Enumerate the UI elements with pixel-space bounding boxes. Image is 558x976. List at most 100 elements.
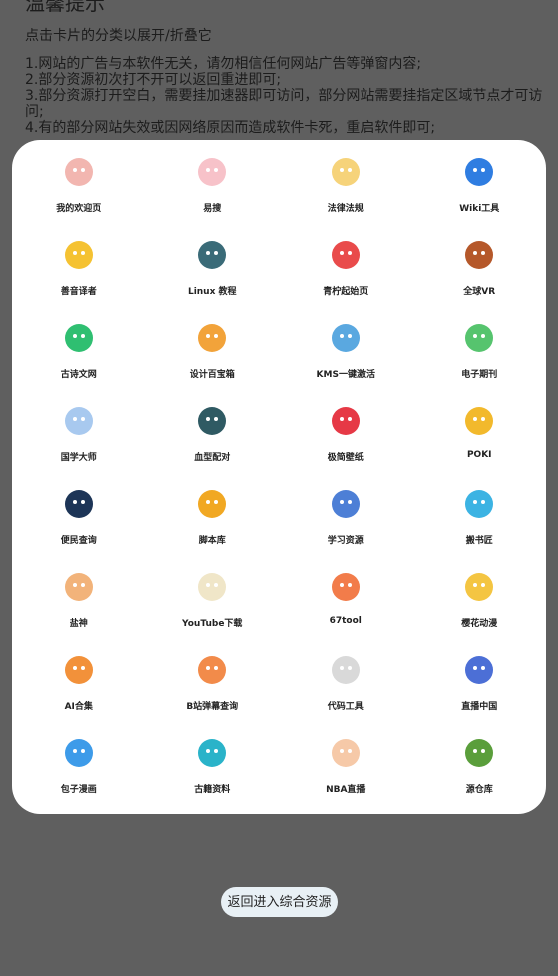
grid-item[interactable]: POKI xyxy=(413,404,547,487)
grid-item-label: 法律法规 xyxy=(327,204,364,214)
avatar-icon xyxy=(62,155,96,189)
cat-icon xyxy=(195,238,229,272)
grid-item-label: 设计百宝箱 xyxy=(189,370,235,380)
grid-item[interactable]: 盐神 xyxy=(12,570,146,653)
tips-line: 4.有的部分网站失效或因网络原因而造成软件卡死，重启软件即可; xyxy=(25,120,436,136)
kitten-icon xyxy=(329,736,363,770)
grid-item-label: 代码工具 xyxy=(327,702,364,712)
grid-item-label: B站弹幕查询 xyxy=(186,702,239,712)
grid-item[interactable]: 脚本库 xyxy=(146,487,280,570)
grid-item[interactable]: 善音译者 xyxy=(12,238,146,321)
grid-item[interactable]: 搬书匠 xyxy=(413,487,547,570)
arrow-icon xyxy=(195,570,229,604)
grid-item[interactable]: 67tool xyxy=(279,570,413,653)
grid-item-label: AI合集 xyxy=(64,702,93,712)
grid-item-label: POKI xyxy=(466,450,492,460)
frog-icon xyxy=(462,321,496,355)
grid-item[interactable]: 血型配对 xyxy=(146,404,280,487)
designer-icon xyxy=(195,321,229,355)
tips-title: 温馨提示 xyxy=(25,0,105,15)
grid-item-label: 国学大师 xyxy=(60,453,97,463)
grid-item-label: 脚本库 xyxy=(198,536,226,546)
grid-item-label: KMS一键激活 xyxy=(316,370,375,380)
brackets-icon xyxy=(329,321,363,355)
grid-item-label: 青柠起始页 xyxy=(323,287,369,297)
grid-item[interactable]: 易搜 xyxy=(146,155,280,238)
grid-item[interactable]: 直播中国 xyxy=(413,653,547,736)
tips-line: 3.部分资源打开空白，需要挂加速器即可访问，部分网站需要挂指定区域节点才可访问; xyxy=(25,88,543,120)
sprout-icon xyxy=(462,736,496,770)
clover-icon xyxy=(462,653,496,687)
heart-card-icon xyxy=(62,321,96,355)
grid-item-label: 盐神 xyxy=(69,619,88,629)
shield-smile-icon xyxy=(62,736,96,770)
bag-icon xyxy=(462,404,496,438)
cat-face-icon xyxy=(62,653,96,687)
watermelon-icon xyxy=(329,238,363,272)
grid-item[interactable]: Linux 教程 xyxy=(146,238,280,321)
mail-icon xyxy=(329,487,363,521)
grid-item-label: 樱花动漫 xyxy=(461,619,498,629)
grid-item-label: NBA直播 xyxy=(326,785,366,795)
grid-item-label: 便民查询 xyxy=(60,536,97,546)
fox-icon xyxy=(329,570,363,604)
grid-item[interactable]: 国学大师 xyxy=(12,404,146,487)
grid-item[interactable]: YouTube下载 xyxy=(146,570,280,653)
grid-item-label: 古诗文网 xyxy=(60,370,97,380)
girl-icon xyxy=(195,653,229,687)
grid-item[interactable]: 青柠起始页 xyxy=(279,238,413,321)
emoji-icon xyxy=(62,238,96,272)
bird-icon xyxy=(195,404,229,438)
grid-item[interactable]: 全球VR xyxy=(413,238,547,321)
sheep-icon xyxy=(329,653,363,687)
back-to-resources-button[interactable]: 返回进入综合资源 xyxy=(221,887,338,917)
grid-item-label: 67tool xyxy=(329,616,362,626)
grid-item[interactable]: AI合集 xyxy=(12,653,146,736)
grid-item[interactable]: Wiki工具 xyxy=(413,155,547,238)
grid-item-label: 我的欢迎页 xyxy=(56,204,102,214)
grid-item[interactable]: KMS一键激活 xyxy=(279,321,413,404)
grid-item[interactable]: 极简壁纸 xyxy=(279,404,413,487)
grid-item-label: 直播中国 xyxy=(461,702,498,712)
coin-icon xyxy=(195,487,229,521)
resource-panel: 我的欢迎页 易搜 法律法规 Wiki工具善音译者 Linux 教程 青柠起始页 全球VR 古诗… xyxy=(12,140,546,814)
mountain-icon xyxy=(329,404,363,438)
grid-item-label: 血型配对 xyxy=(194,453,231,463)
grid-item[interactable]: 电子期刊 xyxy=(413,321,547,404)
grid-item-label: 学习资源 xyxy=(327,536,364,546)
robot-icon xyxy=(462,487,496,521)
umbrella-icon xyxy=(195,736,229,770)
chestnut-icon xyxy=(462,238,496,272)
grid-item[interactable]: B站弹幕查询 xyxy=(146,653,280,736)
grid-item[interactable]: 我的欢迎页 xyxy=(12,155,146,238)
grid-item-label: 包子漫画 xyxy=(60,785,97,795)
globe-icon xyxy=(462,155,496,189)
grid-item-label: 搬书匠 xyxy=(465,536,493,546)
grid-item-label: 源仓库 xyxy=(465,785,493,795)
grid-item[interactable]: 学习资源 xyxy=(279,487,413,570)
peach-icon xyxy=(195,155,229,189)
grid-item[interactable]: 古籍资料 xyxy=(146,736,280,819)
search-icon xyxy=(62,487,96,521)
grid-item[interactable]: 源仓库 xyxy=(413,736,547,819)
tips-line: 1.网站的广告与本软件无关，请勿相信任何网站广告等弹窗内容; xyxy=(25,56,422,72)
grid-item-label: 易搜 xyxy=(203,204,222,214)
grid-item-label: 全球VR xyxy=(463,287,496,297)
grid-item-label: YouTube下载 xyxy=(182,619,243,629)
grid-item[interactable]: 包子漫画 xyxy=(12,736,146,819)
grid-item-label: Wiki工具 xyxy=(459,204,500,214)
grid-item-label: Linux 教程 xyxy=(187,287,237,297)
resource-grid: 我的欢迎页 易搜 法律法规 Wiki工具善音译者 Linux 教程 青柠起始页 全球VR 古诗… xyxy=(12,140,546,829)
grid-item[interactable]: 樱花动漫 xyxy=(413,570,547,653)
grid-item[interactable]: 便民查询 xyxy=(12,487,146,570)
cloud-icon xyxy=(62,404,96,438)
tiger-icon xyxy=(62,570,96,604)
grid-item[interactable]: NBA直播 xyxy=(279,736,413,819)
grid-item-label: 电子期刊 xyxy=(461,370,498,380)
princess-icon xyxy=(462,570,496,604)
grid-item[interactable]: 法律法规 xyxy=(279,155,413,238)
grid-item[interactable]: 代码工具 xyxy=(279,653,413,736)
grid-item[interactable]: 设计百宝箱 xyxy=(146,321,280,404)
grid-item-label: 极简壁纸 xyxy=(327,453,364,463)
grid-item[interactable]: 古诗文网 xyxy=(12,321,146,404)
